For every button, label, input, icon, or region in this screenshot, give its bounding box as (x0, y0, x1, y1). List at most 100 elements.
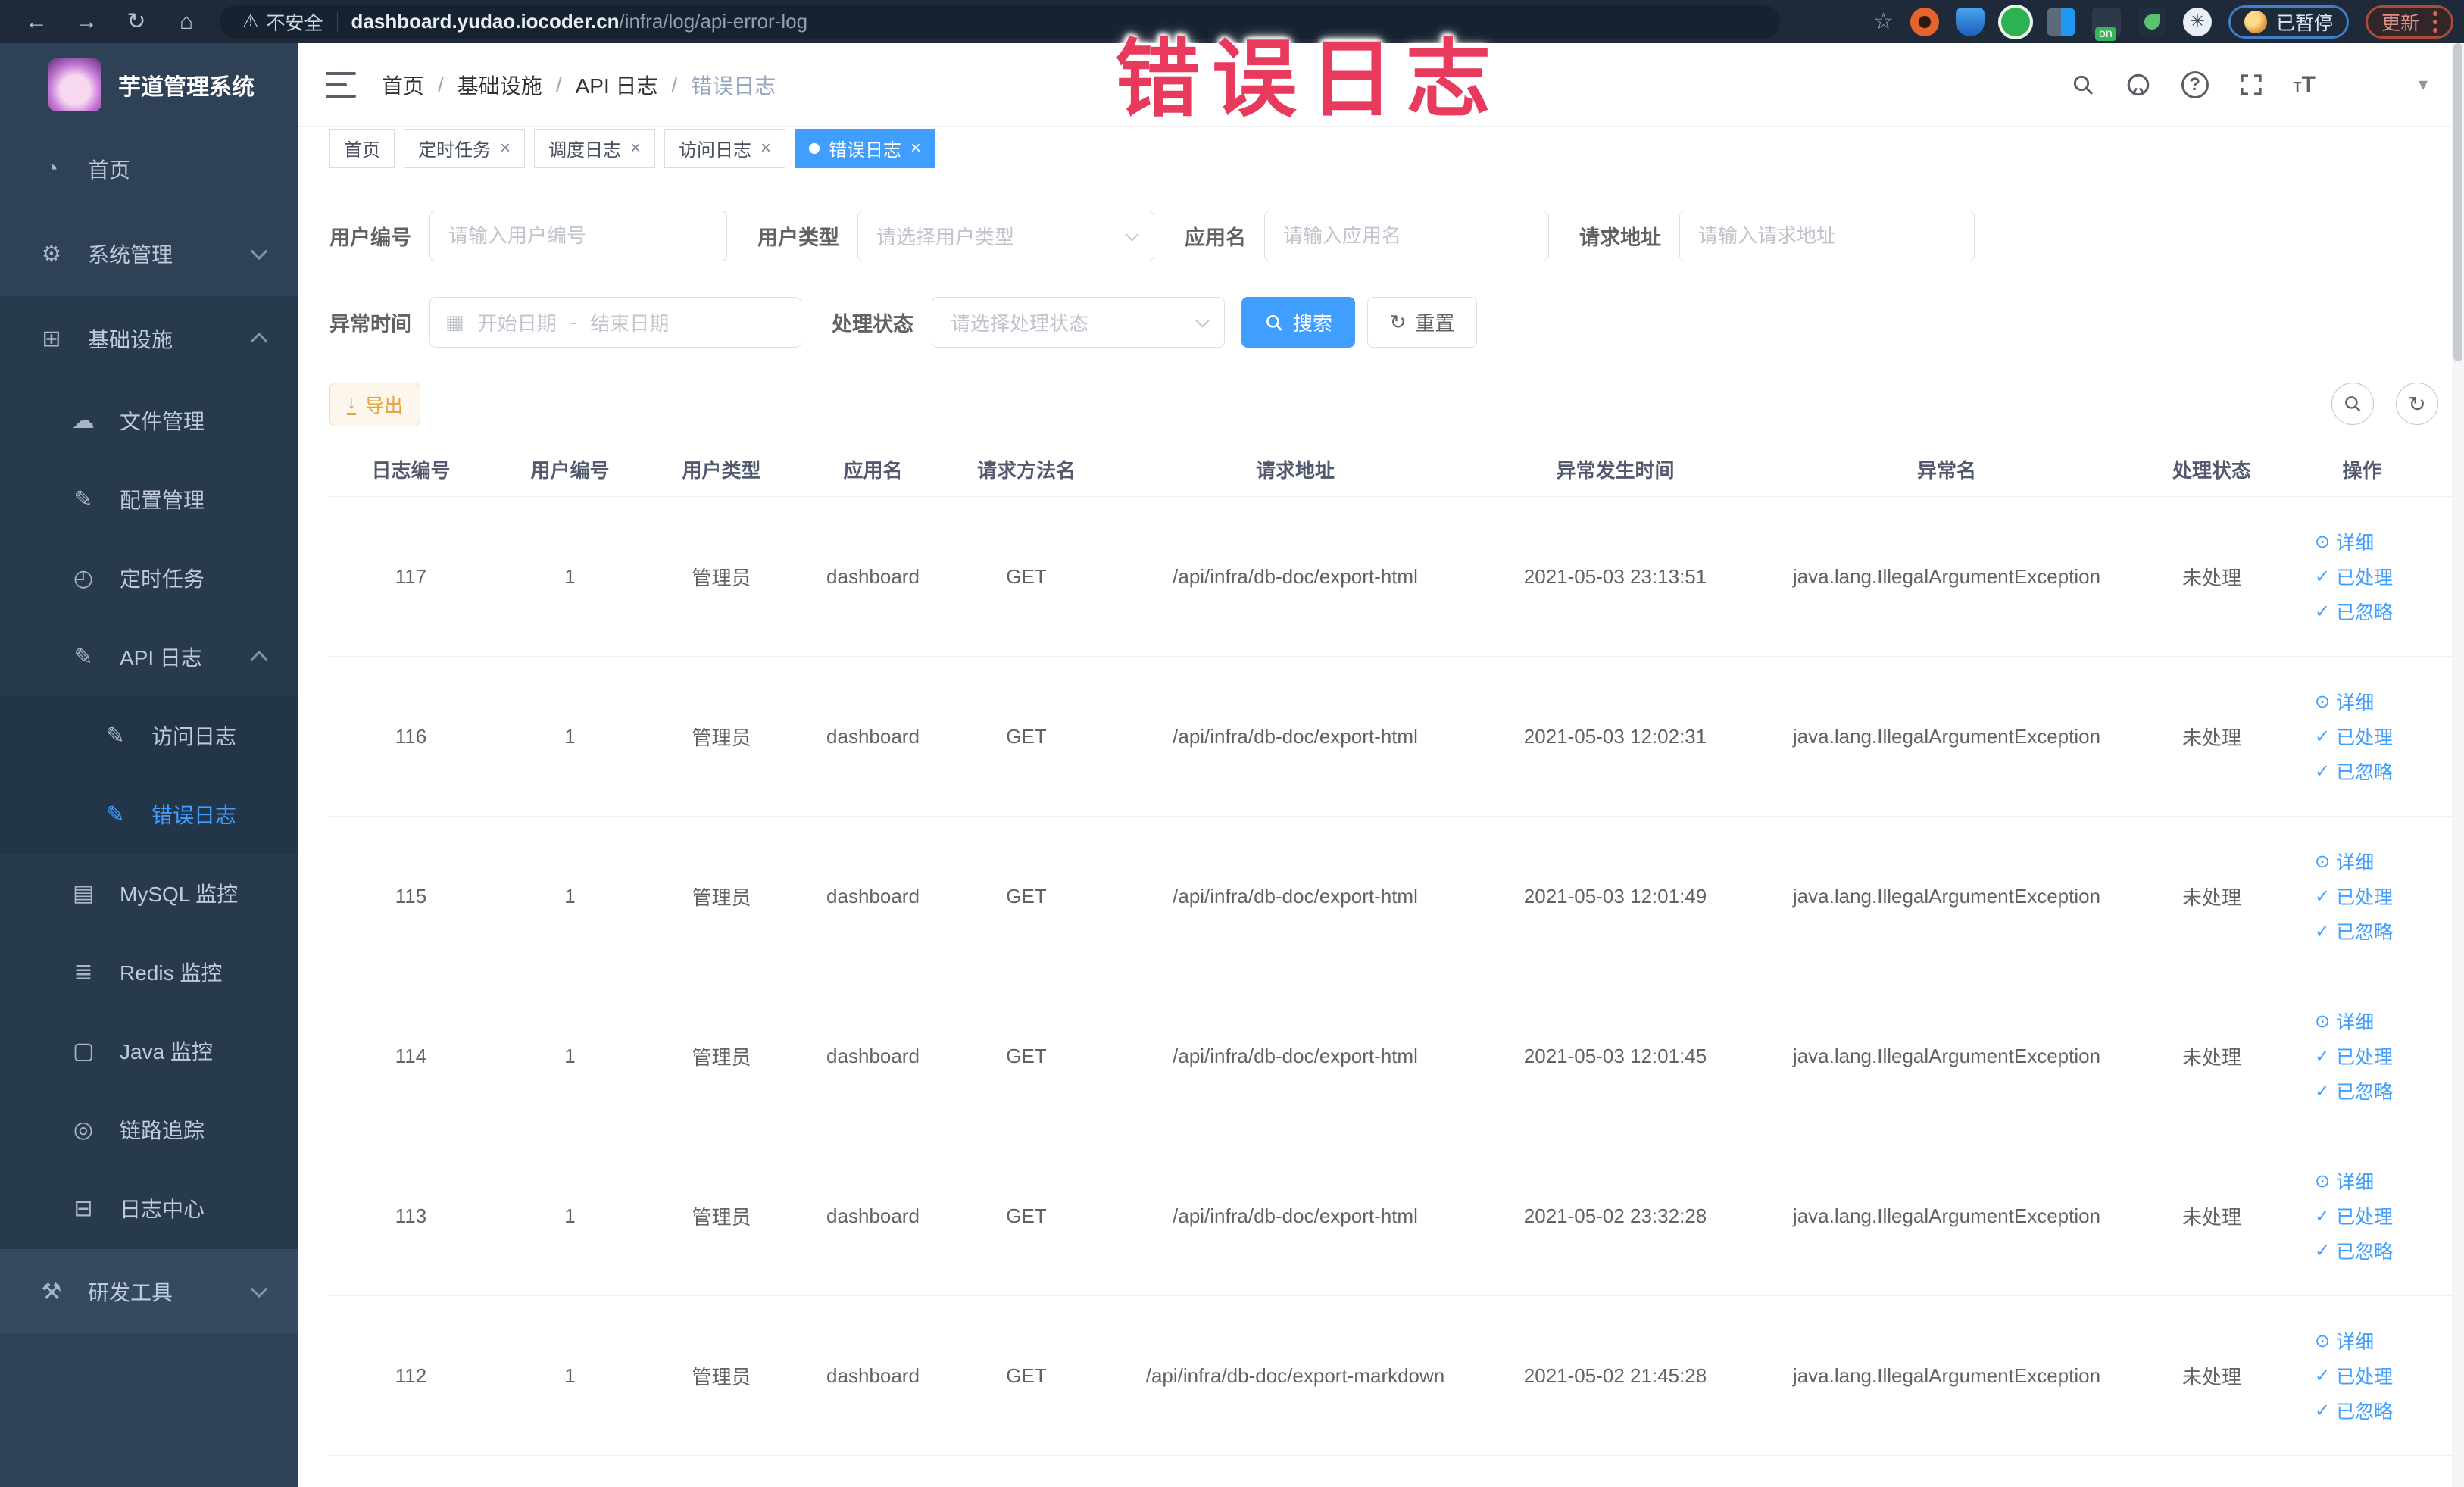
sidebar-item-trace[interactable]: ◎ 链路追踪 (0, 1090, 298, 1169)
sidebar-item-api-log[interactable]: ✎ API 日志 (0, 617, 298, 696)
search-icon[interactable] (2071, 73, 2095, 97)
sidebar-item-scheduled-tasks[interactable]: ◴ 定时任务 (0, 539, 298, 617)
sidebar-item-access-log[interactable]: ✎ 访问日志 (0, 696, 298, 775)
breadcrumb-api-log[interactable]: API 日志 (576, 70, 658, 100)
caret-down-icon[interactable]: ▾ (2419, 73, 2428, 95)
detail-link[interactable]: ⊙ 详细 (2315, 688, 2374, 715)
detail-link[interactable]: ⊙ 详细 (2315, 1007, 2374, 1035)
reset-button[interactable]: ↻ 重置 (1367, 297, 1477, 348)
cell-log-id: 115 (329, 816, 492, 976)
reload-icon[interactable]: ↻ (120, 8, 153, 35)
cell-method: GET (951, 816, 1102, 976)
extension-green-icon[interactable] (2000, 7, 2030, 36)
forward-icon[interactable]: → (70, 9, 103, 35)
app-name-input[interactable] (1264, 211, 1549, 261)
user-type-select[interactable]: 请选择用户类型 (857, 211, 1154, 261)
mark-processed-link[interactable]: ✓ 已处理 (2315, 723, 2393, 750)
mark-ignored-link[interactable]: ✓ 已忽略 (2315, 758, 2393, 785)
detail-link[interactable]: ⊙ 详细 (2315, 1167, 2374, 1195)
sidebar-item-java-monitor[interactable]: ▢ Java 监控 (0, 1011, 298, 1090)
mark-processed-link[interactable]: ✓ 已处理 (2315, 1042, 2393, 1070)
close-icon[interactable]: × (630, 138, 641, 159)
mark-processed-link[interactable]: ✓ 已处理 (2315, 1362, 2393, 1389)
tab-scheduled-tasks[interactable]: 定时任务 × (404, 128, 526, 168)
avatar[interactable] (2346, 52, 2388, 118)
toggle-search-button[interactable] (2331, 383, 2374, 425)
tab-access-log[interactable]: 访问日志 × (664, 128, 786, 168)
url-domain[interactable]: dashboard.yudao.iocoder.cn (351, 10, 620, 33)
dashboard-icon: ◔ (44, 156, 59, 181)
chevron-down-icon (250, 242, 268, 261)
eye-icon: ⊙ (2315, 531, 2331, 552)
mark-processed-link[interactable]: ✓ 已处理 (2315, 1202, 2393, 1229)
cell-user-id: 1 (492, 1136, 648, 1296)
app-logo[interactable]: 芋道管理系统 (0, 43, 298, 127)
sidebar-item-mysql-monitor[interactable]: ▤ MySQL 监控 (0, 854, 298, 932)
mark-ignored-link[interactable]: ✓ 已忽略 (2315, 1397, 2393, 1424)
detail-link[interactable]: ⊙ 详细 (2315, 528, 2374, 555)
breadcrumb-separator: / (438, 72, 444, 96)
help-icon[interactable]: ? (2181, 70, 2209, 98)
export-button[interactable]: ↓ 导出 (329, 383, 420, 426)
exception-time-range-picker[interactable]: ▦ 开始日期 - 结束日期 (429, 297, 801, 348)
tab-home[interactable]: 首页 (329, 128, 395, 168)
extension-shield-icon[interactable] (1955, 7, 1985, 36)
url-path[interactable]: /infra/log/api-error-log (620, 10, 808, 33)
refresh-table-button[interactable]: ↻ (2396, 383, 2438, 425)
collapse-sidebar-icon[interactable] (326, 71, 356, 98)
mark-processed-link[interactable]: ✓ 已处理 (2315, 563, 2393, 590)
sidebar-item-home[interactable]: ◔ 首页 (0, 127, 298, 211)
extension-paw-icon[interactable] (2182, 7, 2212, 36)
sidebar-item-label: Redis 监控 (120, 961, 223, 985)
sidebar-item-system-management[interactable]: ⚙ 系统管理 (0, 211, 298, 296)
breadcrumb-home[interactable]: 首页 (382, 70, 424, 100)
select-placeholder: 请选择处理状态 (951, 312, 1089, 335)
insecure-label[interactable]: 不安全 (267, 8, 323, 36)
update-button[interactable]: 更新 (2365, 5, 2453, 39)
table-header-row: 日志编号 用户编号 用户类型 应用名 请求方法名 请求地址 异常发生时间 异常名… (329, 442, 2452, 497)
tab-schedule-log[interactable]: 调度日志 × (534, 128, 656, 168)
paused-extension-pill[interactable]: 已暂停 (2228, 5, 2349, 39)
extension-grid-icon[interactable] (2046, 7, 2075, 36)
fullscreen-icon[interactable] (2239, 73, 2263, 97)
mark-processed-link[interactable]: ✓ 已处理 (2315, 883, 2393, 910)
bookmark-star-icon[interactable]: ☆ (1873, 8, 1894, 35)
close-icon[interactable]: × (910, 138, 921, 159)
sidebar-item-redis-monitor[interactable]: ≣ Redis 监控 (0, 932, 298, 1011)
user-id-input[interactable] (429, 211, 727, 261)
sidebar-item-infrastructure[interactable]: ⊞ 基础设施 (0, 296, 298, 381)
search-button[interactable]: 搜索 (1241, 297, 1355, 348)
detail-link[interactable]: ⊙ 详细 (2315, 1327, 2374, 1354)
sidebar-item-config-management[interactable]: ✎ 配置管理 (0, 460, 298, 539)
scrollbar[interactable] (2452, 43, 2464, 1487)
home-icon[interactable]: ⌂ (170, 9, 203, 35)
github-icon[interactable] (2125, 72, 2151, 98)
close-icon[interactable]: × (500, 138, 511, 159)
sidebar-item-log-center[interactable]: ⊟ 日志中心 (0, 1169, 298, 1248)
request-url-input[interactable] (1679, 211, 1975, 261)
process-status-select[interactable]: 请选择处理状态 (932, 297, 1225, 348)
cell-app-name: dashboard (795, 816, 951, 976)
filter-row-2: 异常时间 ▦ 开始日期 - 结束日期 处理状态 请选择处理状态 搜索 ↻ 重置 (329, 297, 1477, 348)
kebab-menu-icon[interactable] (2433, 11, 2437, 33)
address-bar[interactable]: ⚠ 不安全 dashboard.yudao.iocoder.cn /infra/… (220, 5, 1780, 39)
extension-switch-on-icon[interactable] (2091, 7, 2121, 41)
extension-leaf-icon[interactable] (2137, 7, 2166, 36)
breadcrumb-infrastructure[interactable]: 基础设施 (458, 70, 542, 100)
mark-ignored-link[interactable]: ✓ 已忽略 (2315, 598, 2393, 625)
sidebar-item-dev-tools[interactable]: ⚒ 研发工具 (0, 1249, 298, 1334)
extension-orange-icon[interactable] (1910, 7, 1939, 36)
sidebar-item-file-management[interactable]: ☁ 文件管理 (0, 381, 298, 460)
detail-link[interactable]: ⊙ 详细 (2315, 848, 2374, 875)
tab-error-log[interactable]: 错误日志 × (795, 128, 936, 168)
mark-ignored-link[interactable]: ✓ 已忽略 (2315, 1077, 2393, 1104)
back-icon[interactable]: ← (20, 9, 53, 35)
font-size-icon[interactable]: TT (2294, 72, 2316, 98)
scrollbar-thumb[interactable] (2453, 43, 2462, 361)
sidebar-item-error-log[interactable]: ✎ 错误日志 (0, 775, 298, 854)
mark-ignored-link[interactable]: ✓ 已忽略 (2315, 1237, 2393, 1264)
close-icon[interactable]: × (760, 138, 771, 159)
mark-ignored-link[interactable]: ✓ 已忽略 (2315, 917, 2393, 945)
sidebar-item-label: Java 监控 (120, 1040, 213, 1064)
cell-method: GET (951, 656, 1102, 817)
